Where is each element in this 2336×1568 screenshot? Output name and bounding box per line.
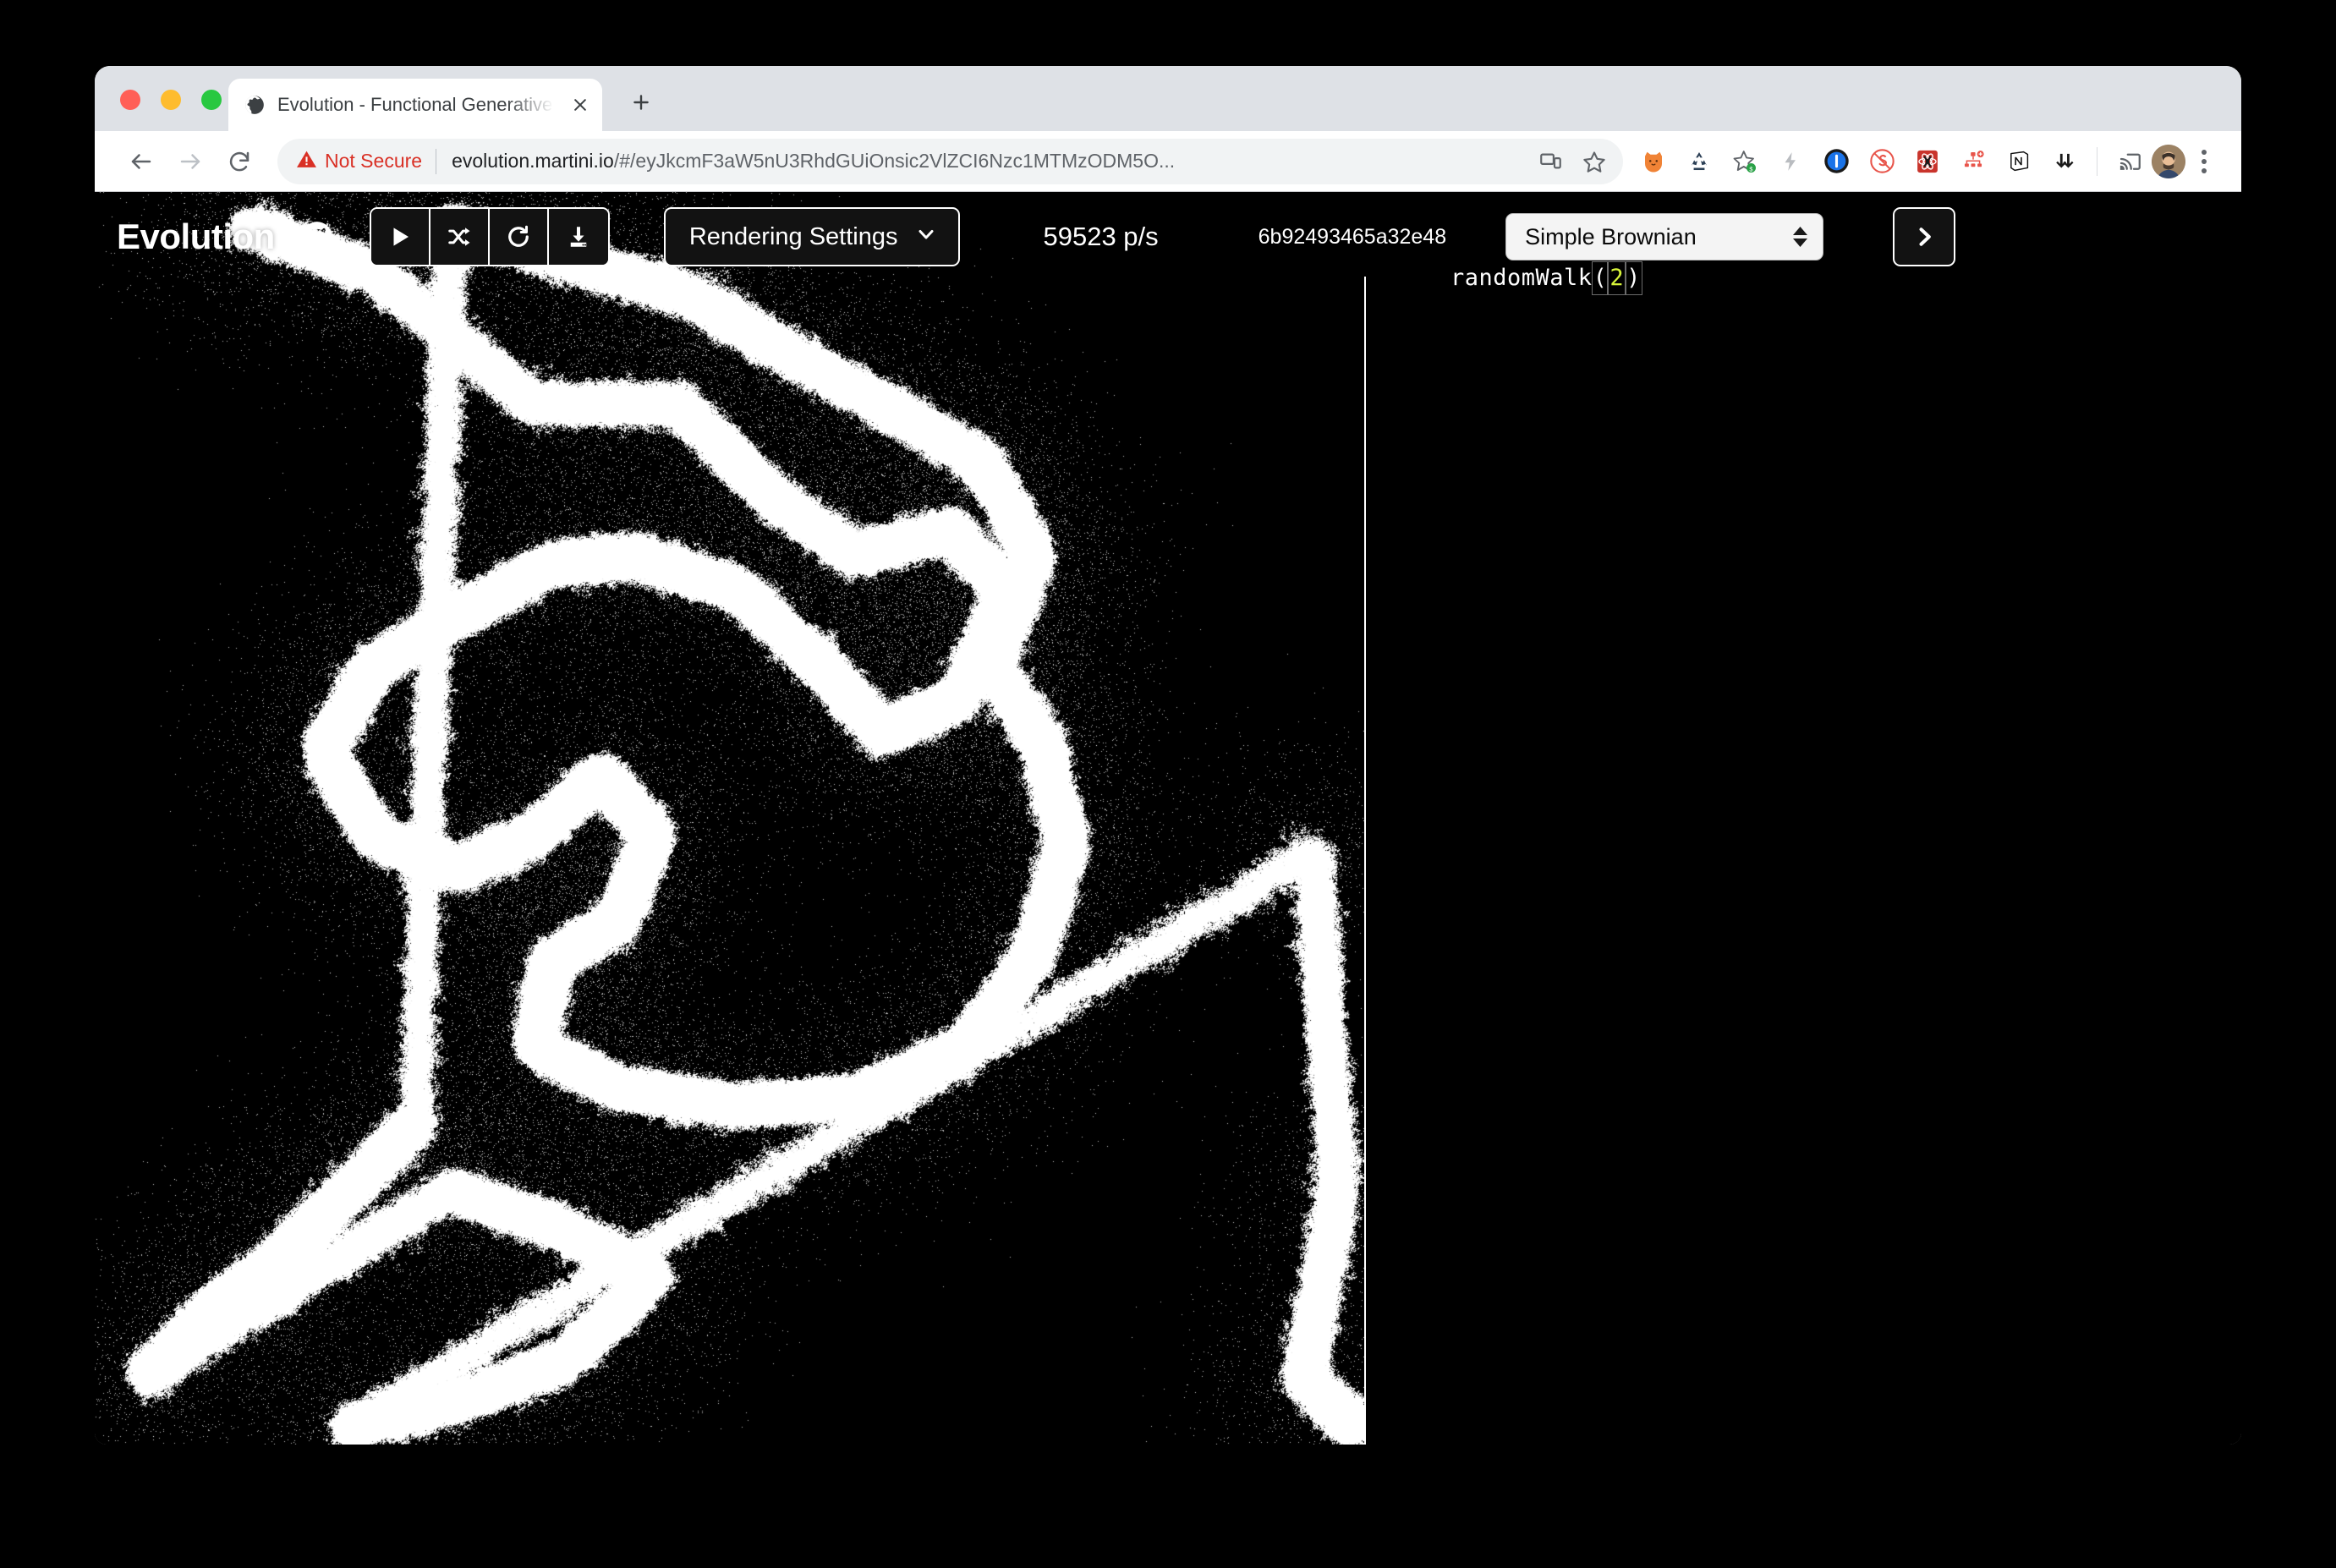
code-function-name: randomWalk <box>1450 265 1593 291</box>
lightning-extension-icon[interactable] <box>1768 140 1812 184</box>
code-argument[interactable]: 2 <box>1608 262 1626 294</box>
rendering-settings-button[interactable]: Rendering Settings <box>664 207 961 266</box>
action-button-group <box>370 207 610 266</box>
onepassword-extension-icon[interactable] <box>1814 140 1858 184</box>
close-icon[interactable] <box>568 93 592 117</box>
close-window-button[interactable] <box>120 90 140 110</box>
react-devtools-extension-icon[interactable] <box>1906 140 1949 184</box>
window-controls <box>120 90 222 110</box>
code-open-paren[interactable]: ( <box>1593 262 1609 294</box>
rendering-settings-label: Rendering Settings <box>689 223 898 251</box>
chevron-down-icon <box>916 223 936 251</box>
star-money-extension-icon[interactable]: $ <box>1723 140 1767 184</box>
forward-button[interactable] <box>166 137 215 186</box>
recycle-extension-icon[interactable] <box>1677 140 1721 184</box>
adblock-extension-icon[interactable] <box>1860 140 1904 184</box>
url-path: /#/eyJkcmF3aW5nU3RhdGUiOnsic2VlZCI6Nzc1M… <box>614 150 1175 172</box>
security-label: Not Secure <box>325 150 422 173</box>
page-title: Evolution <box>117 217 275 257</box>
omnibox-actions <box>1530 141 1615 182</box>
app-viewport: randomWalk(2) Evolution <box>95 192 2241 1445</box>
url-host: evolution.martini.io <box>452 150 614 172</box>
tab-strip: Evolution - Functional Generative Art <box>95 66 2241 131</box>
brownian-walk-render[interactable] <box>95 192 1364 1445</box>
address-bar[interactable]: Not Secure evolution.martini.io/#/eyJkcm… <box>277 139 1623 184</box>
globe-icon <box>244 94 266 116</box>
cat-extension-icon[interactable] <box>1631 140 1675 184</box>
code-editor-pane[interactable]: randomWalk(2) <box>1366 192 2241 1445</box>
code-line[interactable]: randomWalk(2) <box>1450 266 2241 289</box>
next-button[interactable] <box>1893 207 1955 266</box>
browser-window: Evolution - Functional Generative Art <box>95 66 2241 1445</box>
generative-art-canvas[interactable] <box>95 192 1364 1445</box>
tab-title: Evolution - Functional Generative Art <box>277 94 557 116</box>
reload-button[interactable] <box>215 137 264 186</box>
downloads-extension-icon[interactable] <box>2043 140 2086 184</box>
preset-select-value: Simple Brownian <box>1525 224 1697 250</box>
browser-tab[interactable]: Evolution - Functional Generative Art <box>228 79 602 131</box>
warning-triangle-icon <box>296 149 317 174</box>
save-button[interactable] <box>549 209 608 265</box>
minimize-window-button[interactable] <box>161 90 181 110</box>
play-button[interactable] <box>371 209 430 265</box>
reset-button[interactable] <box>490 209 549 265</box>
notion-extension-icon[interactable] <box>1997 140 2041 184</box>
maximize-window-button[interactable] <box>201 90 222 110</box>
shuffle-button[interactable] <box>430 209 490 265</box>
extension-toolbar: $ <box>1631 140 2086 184</box>
seed-readout: 6b92493465a32e48 <box>1258 225 1446 249</box>
back-button[interactable] <box>117 137 166 186</box>
kebab-menu-icon[interactable] <box>2185 140 2223 184</box>
points-per-second-readout: 59523 p/s <box>1043 222 1158 252</box>
browser-toolbar: Not Secure evolution.martini.io/#/eyJkcm… <box>95 131 2241 192</box>
preset-select[interactable]: Simple Brownian <box>1505 213 1823 260</box>
new-tab-button[interactable] <box>622 84 660 121</box>
github-icon[interactable] <box>299 218 336 255</box>
security-status[interactable]: Not Secure <box>296 149 436 174</box>
device-cast-icon[interactable] <box>1530 141 1571 182</box>
code-close-paren[interactable]: ) <box>1626 262 1642 294</box>
star-outline-icon[interactable] <box>1574 141 1615 182</box>
url-text[interactable]: evolution.martini.io/#/eyJkcmF3aW5nU3Rhd… <box>436 150 1530 173</box>
profile-avatar[interactable] <box>2152 145 2185 178</box>
sitemap-extension-icon[interactable] <box>1951 140 1995 184</box>
stepper-updown-icon <box>1793 227 1807 247</box>
cast-icon[interactable] <box>2108 140 2152 184</box>
